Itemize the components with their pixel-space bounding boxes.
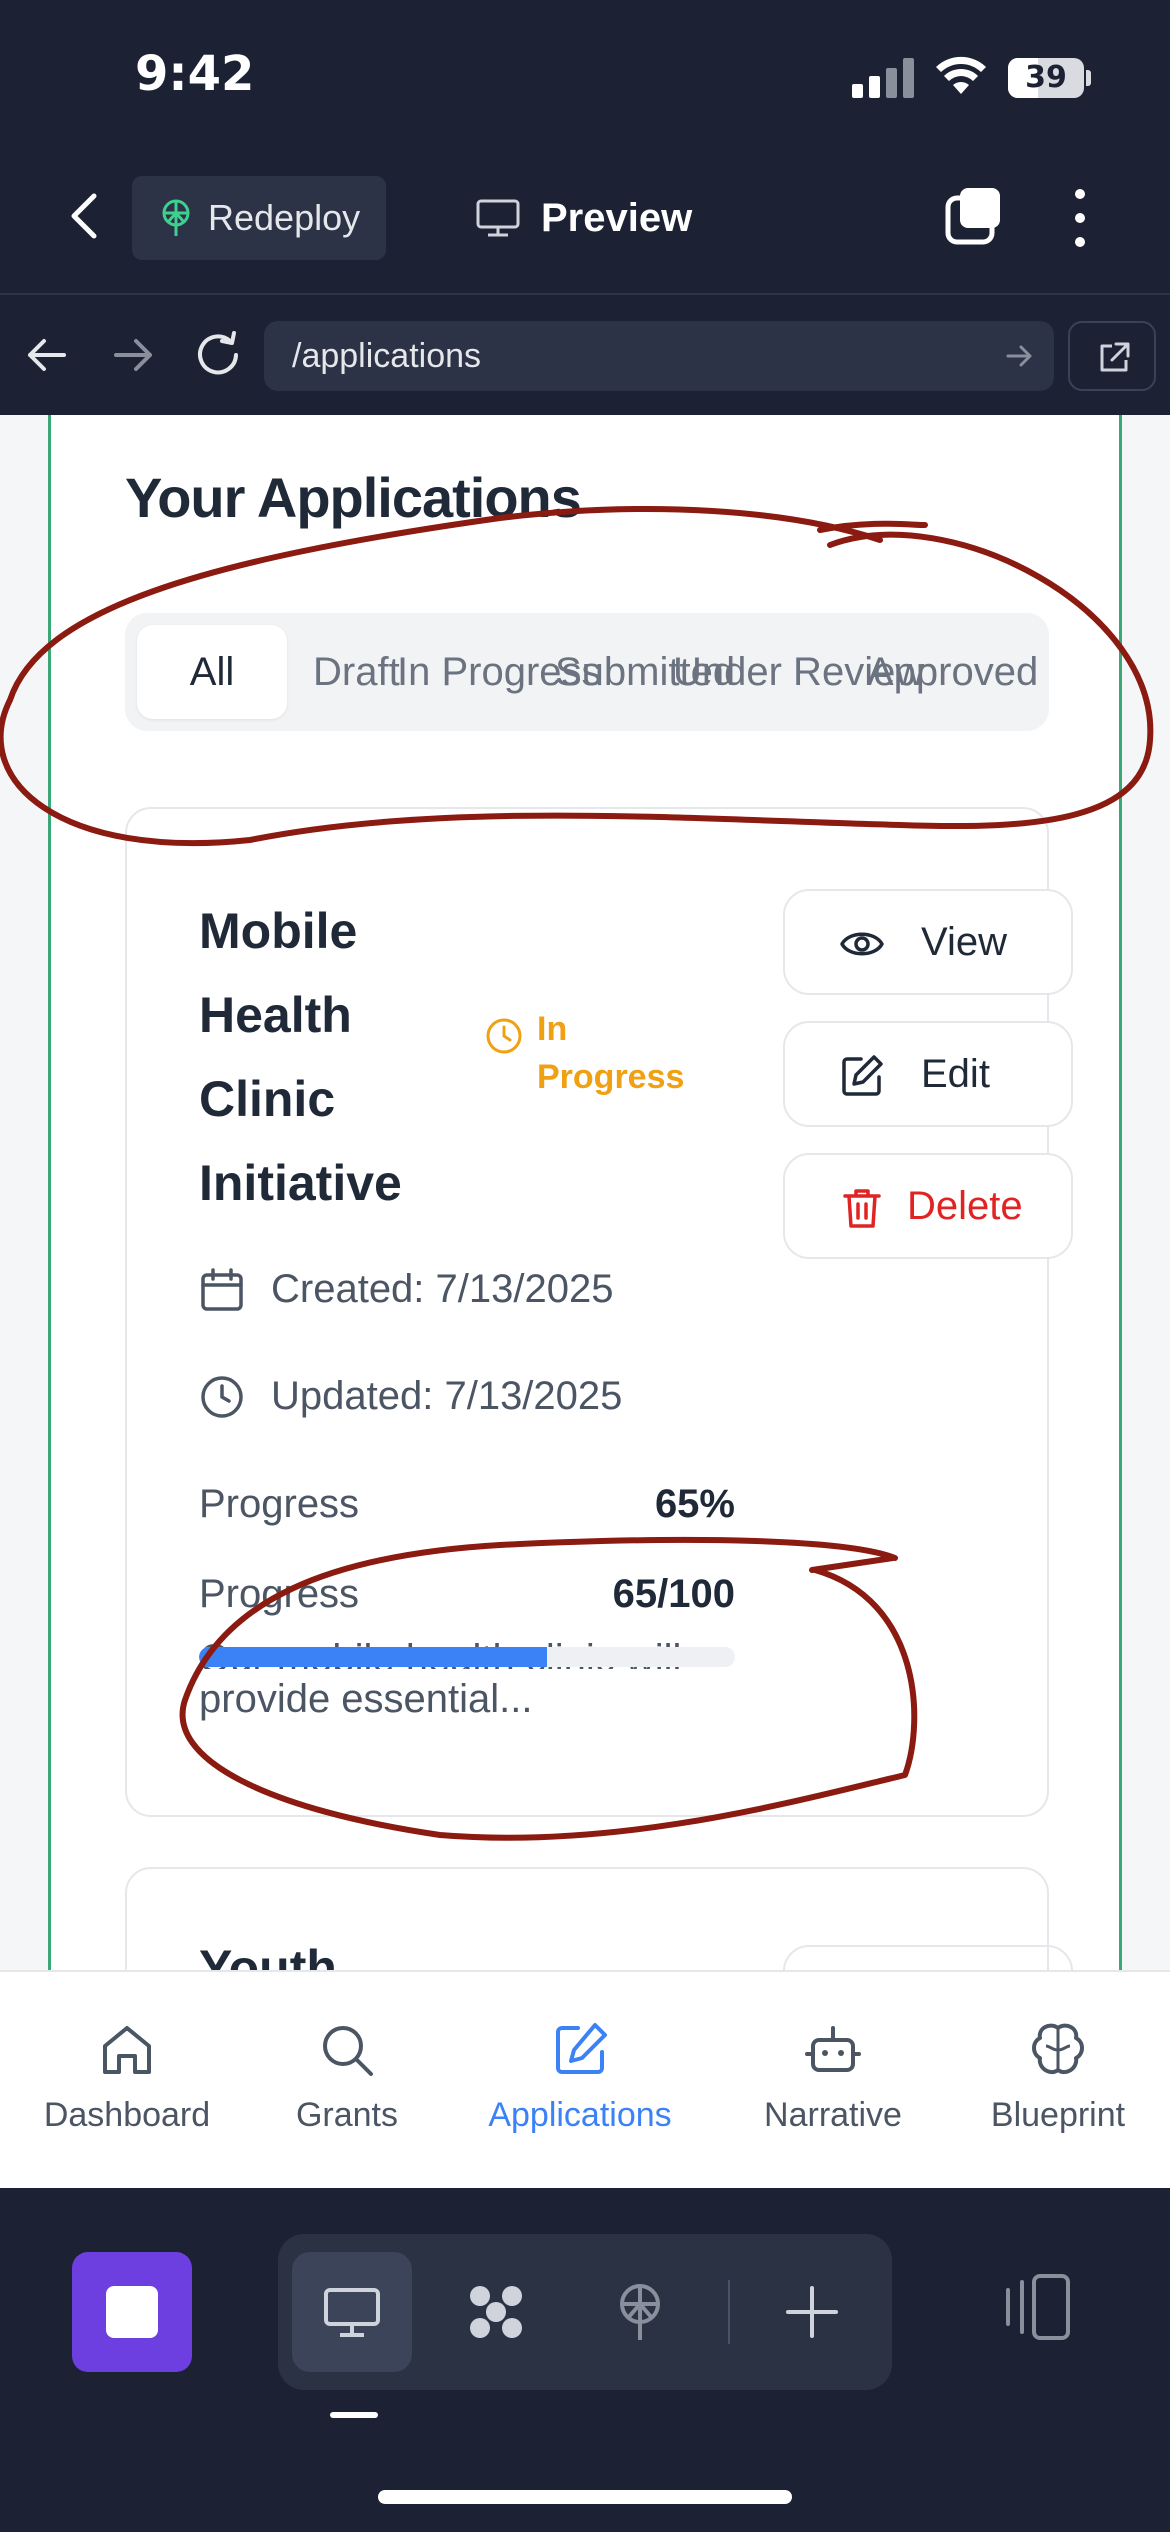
brain-icon xyxy=(1032,2023,1084,2075)
tab-grants[interactable]: Grants xyxy=(254,1972,440,2190)
application-card: Mobile Health Clinic Initiative In Progr… xyxy=(125,807,1073,1817)
browser-forward-icon[interactable] xyxy=(108,330,158,380)
filter-tab-draft[interactable]: Draft xyxy=(313,625,400,719)
view-button[interactable]: View xyxy=(783,889,1073,995)
clock-icon xyxy=(486,1018,522,1054)
app-bar: Redeploy Preview xyxy=(0,150,1170,295)
nodes-icon xyxy=(470,2286,522,2338)
stop-button[interactable] xyxy=(72,2252,192,2372)
trash-icon xyxy=(843,1189,881,1228)
dev-toolbar xyxy=(0,2188,1170,2532)
status-filter-tabs: All Draft In Progress Submitted Under Re… xyxy=(125,613,1049,731)
page-title: Your Applications xyxy=(125,466,582,529)
application-description: Our mobile health clinic will provide es… xyxy=(199,1629,735,1729)
edit-label: Edit xyxy=(921,1052,990,1096)
description-line-2: provide essential... xyxy=(199,1677,533,1721)
preview-title: Preview xyxy=(475,176,692,260)
progress-label: Progress xyxy=(199,1482,360,1526)
redeploy-button[interactable]: Redeploy xyxy=(132,176,386,260)
home-icon xyxy=(103,2026,151,2074)
tab-narrative[interactable]: Narrative xyxy=(720,1972,946,2190)
battery-level: 39 xyxy=(1025,60,1067,95)
tab-narrative-label: Narrative xyxy=(764,2096,902,2134)
calendar-icon xyxy=(201,1268,243,1311)
deploy-tree-icon xyxy=(162,199,190,236)
edit-square-icon xyxy=(556,2023,607,2074)
eye-icon xyxy=(840,932,884,956)
browser-bar: /applications xyxy=(0,297,1170,415)
search-icon xyxy=(323,2026,373,2076)
clock-icon xyxy=(201,1376,243,1418)
tab-dashboard[interactable]: Dashboard xyxy=(0,1972,254,2190)
progress-bar-fill xyxy=(199,1647,548,1667)
monitor-icon xyxy=(476,199,520,237)
progress-percent: 65% xyxy=(654,1482,735,1526)
browser-back-icon[interactable] xyxy=(22,330,72,380)
reload-icon[interactable] xyxy=(190,327,246,383)
view-mode-switcher xyxy=(278,2234,892,2390)
open-external-button[interactable] xyxy=(1068,321,1156,391)
edit-pencil-icon xyxy=(842,1055,883,1096)
tab-applications-label: Applications xyxy=(488,2096,672,2134)
bottom-tab-bar: Dashboard Grants Applications Narrative … xyxy=(0,1970,1170,2188)
status-badge: In Progress xyxy=(485,1005,695,1101)
more-menu-icon[interactable] xyxy=(1060,186,1100,250)
progress-score: 65/100 xyxy=(612,1572,735,1616)
active-mode-indicator xyxy=(330,2412,378,2418)
home-indicator xyxy=(378,2490,792,2504)
deploy-mode-button[interactable] xyxy=(580,2252,700,2372)
back-chevron-icon[interactable] xyxy=(60,186,110,246)
wifi-icon xyxy=(936,56,986,94)
monitor-icon xyxy=(324,2288,380,2337)
cellular-signal-icon xyxy=(852,58,914,98)
side-panel-icon[interactable] xyxy=(1000,2270,1074,2344)
tab-dashboard-label: Dashboard xyxy=(43,2096,211,2134)
preview-label: Preview xyxy=(541,196,693,240)
database-mode-button[interactable] xyxy=(436,2252,556,2372)
view-button-next[interactable] xyxy=(783,1945,1073,1970)
plus-icon xyxy=(786,2286,838,2338)
status-time: 9:42 xyxy=(135,46,255,102)
external-link-icon xyxy=(1100,342,1130,372)
stop-icon xyxy=(106,2286,158,2338)
tabs-switcher-icon[interactable] xyxy=(944,186,1004,246)
application-card-next: Youth xyxy=(125,1867,1073,1970)
tab-blueprint[interactable]: Blueprint xyxy=(946,1972,1170,2190)
filter-tab-all[interactable]: All xyxy=(137,625,287,719)
score-label: Progress xyxy=(199,1572,360,1616)
battery-icon: 39 xyxy=(1008,58,1084,98)
updated-text: Updated: 7/13/2025 xyxy=(271,1374,623,1418)
delete-label: Delete xyxy=(907,1184,1023,1228)
add-tool-button[interactable] xyxy=(752,2252,872,2372)
url-text: /applications xyxy=(292,337,482,375)
robot-icon xyxy=(805,2026,861,2072)
applications-page: Your Applications All Draft In Progress … xyxy=(48,415,1122,1970)
tab-grants-label: Grants xyxy=(295,2096,399,2134)
edit-button[interactable]: Edit xyxy=(783,1021,1073,1127)
created-date: Created: 7/13/2025 xyxy=(199,1259,613,1319)
status-text: In Progress xyxy=(537,1010,685,1096)
application-title: Mobile Health Clinic Initiative xyxy=(199,903,402,1211)
preview-mode-button[interactable] xyxy=(292,2252,412,2372)
webview: Your Applications All Draft In Progress … xyxy=(0,415,1170,1970)
go-arrow-icon[interactable] xyxy=(1004,341,1034,371)
url-field[interactable]: /applications xyxy=(264,321,1054,391)
tab-blueprint-label: Blueprint xyxy=(990,2096,1126,2134)
created-text: Created: 7/13/2025 xyxy=(271,1267,614,1311)
tab-applications[interactable]: Applications xyxy=(440,1972,720,2190)
filter-tab-approved[interactable]: Approved xyxy=(867,625,1038,719)
view-label: View xyxy=(921,920,1007,964)
delete-button[interactable]: Delete xyxy=(783,1153,1073,1259)
status-bar: 9:42 39 xyxy=(0,0,1170,150)
deploy-tree-icon xyxy=(620,2284,660,2340)
updated-date: Updated: 7/13/2025 xyxy=(199,1366,622,1426)
redeploy-label: Redeploy xyxy=(208,197,361,238)
application-title-next: Youth xyxy=(199,1940,337,1970)
progress-bar xyxy=(199,1647,735,1667)
